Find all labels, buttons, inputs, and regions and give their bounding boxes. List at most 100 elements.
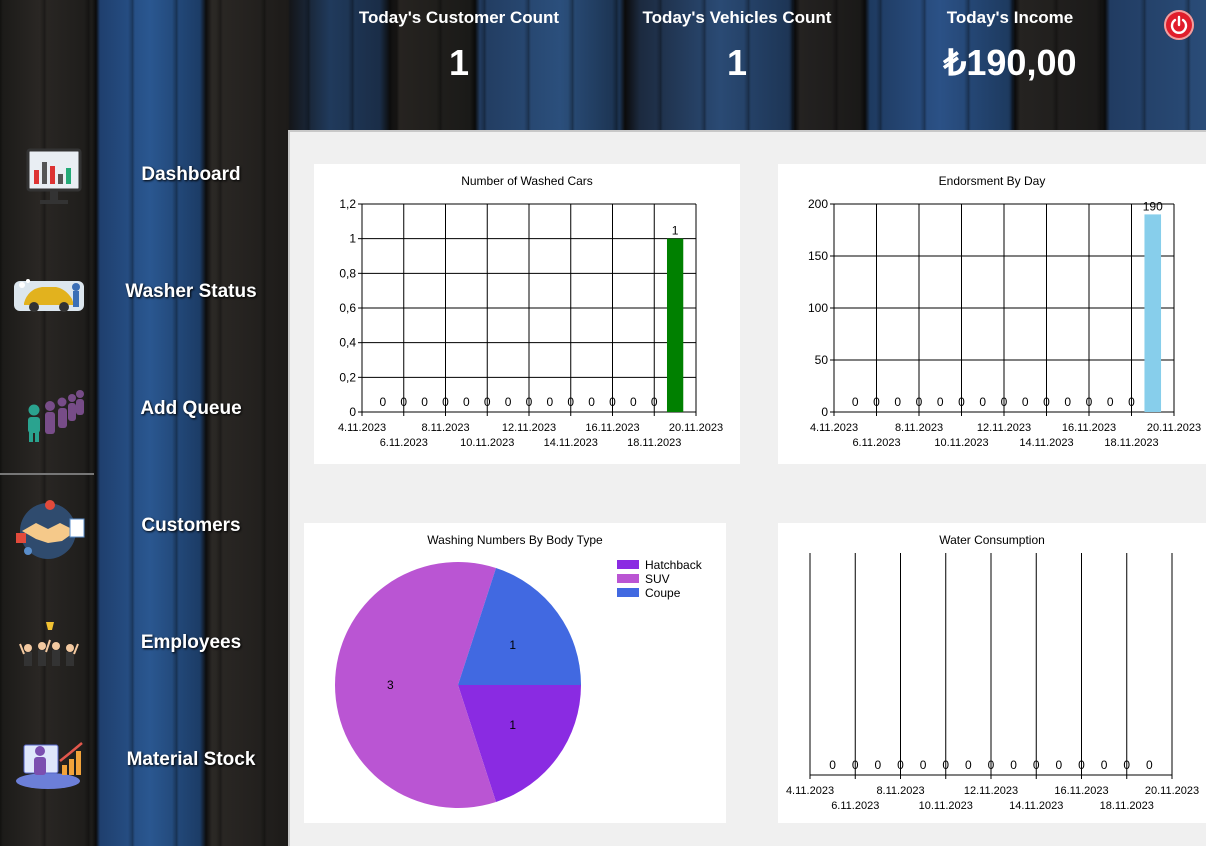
bar-data-label: 0 (547, 395, 554, 409)
x-tick-label: 16.11.2023 (1054, 785, 1108, 797)
bar-data-label: 0 (1078, 758, 1085, 772)
bar-data-label: 0 (421, 395, 428, 409)
bar-data-label: 0 (1123, 758, 1130, 772)
sidebar-item-add-queue[interactable]: Add Queue (0, 362, 288, 462)
stat-title: Today's Customer Count (358, 8, 560, 27)
y-tick-label: 1,2 (339, 197, 356, 211)
bar-data-label: 1 (672, 224, 679, 238)
x-tick-label: 14.11.2023 (544, 437, 598, 449)
bar-data-label: 0 (1043, 395, 1050, 409)
sidebar-item-label: Material Stock (126, 749, 256, 770)
x-tick-label: 18.11.2023 (1104, 437, 1158, 449)
legend-label: Hatchback (645, 558, 703, 572)
power-button[interactable] (1164, 10, 1194, 40)
power-icon (1170, 15, 1188, 34)
x-tick-label: 6.11.2023 (831, 800, 879, 812)
body-type-plot: 1 3 1 HatchbackSUVCoupe (334, 558, 703, 808)
bar-data-label: 0 (897, 758, 904, 772)
x-tick-label: 20.11.2023 (1147, 422, 1201, 434)
sidebar-item-label: Washer Status (125, 281, 257, 302)
bar-data-label: 0 (1022, 395, 1029, 409)
y-tick-label: 0,6 (339, 301, 356, 315)
bar-data-label: 0 (920, 758, 927, 772)
dashboard-panel: Number of Washed Cars 0 0,2 0,4 0,6 0,8 1 1,2 0… (288, 130, 1206, 846)
sidebar-item-customers[interactable]: Customers (0, 479, 288, 579)
body-type-chart: Washing Numbers By Body Type 1 3 1 Hatchbac… (304, 523, 726, 823)
water-consumption-chart: Water Consumption 0 0 0 0 0 0 0 0 0 0 0 0 0 0 0 4.11.20… (778, 523, 1206, 823)
stat-value: 1 (448, 42, 470, 83)
vehicles-count-stat: Today's Vehicles Count 1 (617, 8, 857, 84)
bar-data-label: 0 (526, 395, 533, 409)
x-tick-label: 10.11.2023 (919, 800, 973, 812)
bar-data-label: 0 (1101, 758, 1108, 772)
income-stat: Today's Income ₺190,00 (890, 8, 1130, 84)
legend-label: SUV (645, 572, 670, 586)
people-queue-icon (28, 390, 84, 442)
sidebar-item-employees[interactable]: Employees (0, 596, 288, 696)
sidebar-item-label: Add Queue (140, 398, 242, 419)
y-tick-label: 0,8 (339, 266, 356, 280)
bar-data-label: 0 (484, 395, 491, 409)
team-icon (19, 622, 79, 666)
bar-data-label: 0 (1001, 395, 1008, 409)
bar-data-label: 0 (875, 758, 882, 772)
bar-data-label: 0 (1146, 758, 1153, 772)
x-tick-label: 8.11.2023 (876, 785, 924, 797)
legend-label: Coupe (645, 586, 681, 600)
x-tick-label: 12.11.2023 (502, 422, 556, 434)
sidebar-item-dashboard[interactable]: Dashboard (0, 128, 288, 228)
bar-data-label: 0 (852, 395, 859, 409)
stat-value: 1 (726, 42, 748, 83)
legend-swatch (617, 574, 639, 583)
sidebar-divider (0, 473, 94, 475)
y-tick-label: 150 (808, 249, 828, 263)
x-tick-label: 16.11.2023 (1062, 422, 1116, 434)
y-tick-label: 1 (349, 232, 356, 246)
bar-data-label: 0 (965, 758, 972, 772)
x-tick-label: 6.11.2023 (380, 437, 428, 449)
x-tick-label: 10.11.2023 (460, 437, 514, 449)
stat-title: Today's Vehicles Count (642, 8, 832, 27)
x-tick-label: 12.11.2023 (964, 785, 1018, 797)
bar-data-label: 0 (1033, 758, 1040, 772)
legend-swatch (617, 588, 639, 597)
sidebar-item-washer-status[interactable]: Washer Status (0, 245, 288, 345)
bar (1144, 214, 1162, 412)
bar-data-label: 0 (988, 758, 995, 772)
bar-data-label: 0 (1086, 395, 1093, 409)
sidebar-item-label: Customers (141, 515, 241, 536)
x-tick-label: 14.11.2023 (1019, 437, 1073, 449)
x-tick-label: 14.11.2023 (1009, 800, 1063, 812)
stat-title: Today's Income (946, 8, 1074, 27)
bar-data-label: 0 (609, 395, 616, 409)
endorsement-chart: Endorsment By Day 0 50 100 150 200 0 0 0 0 0 0 0 0 0 0… (778, 164, 1206, 464)
bar-data-label: 0 (829, 758, 836, 772)
x-tick-label: 4.11.2023 (338, 422, 386, 434)
pie-data-label: 1 (509, 638, 516, 652)
water-consumption-plot: 0 0 0 0 0 0 0 0 0 0 0 0 0 0 0 4.11.2023 8.11.2023 12.11.2… (786, 553, 1199, 812)
bar (666, 238, 684, 412)
bar-data-label: 0 (463, 395, 470, 409)
bar-data-label: 0 (1010, 758, 1017, 772)
bar-data-label: 0 (873, 395, 880, 409)
washed-cars-plot: 00,20,40,60,811,20 0 0 0 0 0 0 0 0 0 0 0 0 014.11.202… (338, 197, 723, 449)
bar-data-label: 0 (852, 758, 859, 772)
sidebar-item-label: Dashboard (141, 164, 241, 185)
monitor-chart-icon (26, 148, 82, 204)
y-tick-label: 0 (349, 405, 356, 419)
x-tick-label: 10.11.2023 (934, 437, 988, 449)
legend-swatch (617, 560, 639, 569)
car-wash-icon (14, 279, 84, 312)
y-tick-label: 100 (808, 301, 828, 315)
bar-data-label: 0 (567, 395, 574, 409)
x-tick-label: 4.11.2023 (786, 785, 834, 797)
x-tick-label: 18.11.2023 (1100, 800, 1154, 812)
x-tick-label: 6.11.2023 (852, 437, 900, 449)
pie-data-label: 3 (387, 678, 394, 692)
x-tick-label: 20.11.2023 (669, 422, 723, 434)
x-tick-label: 12.11.2023 (977, 422, 1031, 434)
bar-data-label: 190 (1143, 199, 1163, 213)
x-tick-label: 18.11.2023 (627, 437, 681, 449)
sidebar-item-material-stock[interactable]: Material Stock (0, 713, 288, 813)
x-tick-label: 20.11.2023 (1145, 785, 1199, 797)
